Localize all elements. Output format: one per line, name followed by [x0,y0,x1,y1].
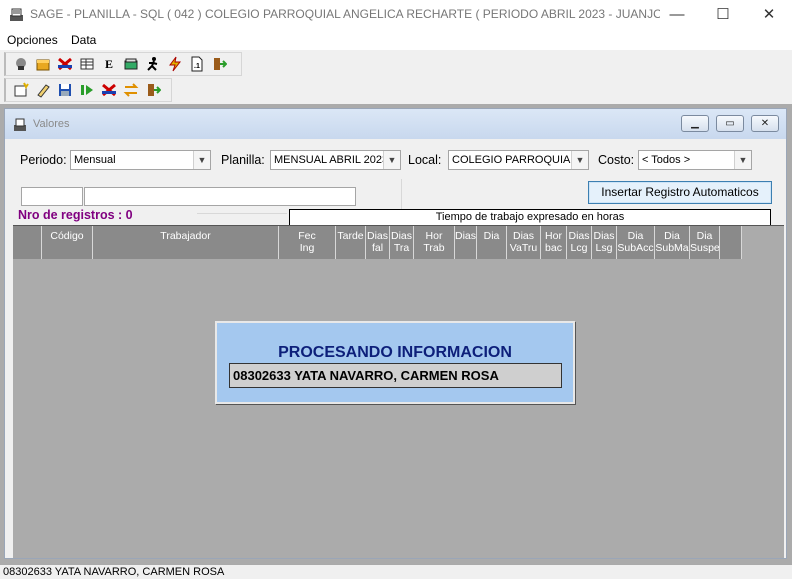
run-icon[interactable] [78,82,96,99]
grid-col-dia-subma[interactable]: Dia SubMa [655,226,690,259]
valores-title: Valores [33,118,70,130]
wizard-icon[interactable] [12,56,30,73]
close-button[interactable]: ✕ [746,0,792,30]
minimize-button[interactable]: — [654,0,700,30]
grid-col-dias-lsg[interactable]: Dias Lsg [592,226,617,259]
costo-select[interactable]: < Todos > ▼ [638,150,752,170]
grid-col-dias-fal[interactable]: Dias fal [366,226,390,259]
grid-col-dia-subacc[interactable]: Dia SubAcc [617,226,655,259]
grid-icon[interactable] [78,56,96,73]
app-icon [10,8,23,21]
effect-icon[interactable]: E [100,56,118,73]
status-bar: 08302633 YATA NAVARRO, CARMEN ROSA [0,564,792,579]
document-icon[interactable]: .1 [188,56,206,73]
local-label: Local: [408,153,442,167]
chevron-down-icon[interactable]: ▼ [193,151,210,169]
grid-col-dias-vatru[interactable]: Dias VaTru [507,226,541,259]
title-bar: SAGE - PLANILLA - SQL ( 042 ) COLEGIO PA… [0,0,792,30]
grid-col-codigo[interactable]: Código [42,226,93,259]
box-icon[interactable] [34,56,52,73]
periodo-label: Periodo: [20,153,67,167]
excel-icon[interactable] [56,56,74,73]
exit-door-icon[interactable] [144,82,162,99]
chevron-down-icon[interactable]: ▼ [571,151,588,169]
planilla-select[interactable]: MENSUAL ABRIL 2023 ▼ [270,150,401,170]
grid-col-selector[interactable] [13,226,42,259]
svg-text:.1: .1 [194,63,200,70]
periodo-value: Mensual [74,154,116,166]
window-title: SAGE - PLANILLA - SQL ( 042 ) COLEGIO PA… [30,7,660,21]
grid-col-trabajador[interactable]: Trabajador [93,226,279,259]
toolbar-main: E .1 [4,52,242,76]
trabajador-search-input[interactable] [84,187,356,206]
chevron-down-icon[interactable]: ▼ [734,151,751,169]
menu-opciones[interactable]: Opciones [7,33,58,47]
work-time-header: Tiempo de trabajo expresado en horas [289,209,771,226]
local-select[interactable]: COLEGIO PARROQUIAL ▼ [448,150,589,170]
processing-record: 08302633 YATA NAVARRO, CARMEN ROSA [229,363,562,388]
grid-col-fec-ing[interactable]: Fec Ing [279,226,336,259]
bolt-icon[interactable] [166,56,184,73]
edit-icon[interactable] [34,82,52,99]
book-icon[interactable] [122,56,140,73]
record-count: Nro de registros : 0 [18,208,133,222]
grid-col-extra[interactable] [720,226,742,259]
excel-icon[interactable] [100,82,118,99]
app-icon [14,118,26,131]
grid-col-dias-tra[interactable]: Dias Tra [390,226,414,259]
save-icon[interactable] [56,82,74,99]
grid-col-hor-bac[interactable]: Hor bac [541,226,567,259]
costo-value: < Todos > [642,154,691,166]
child-restore-button[interactable]: ▭ [716,115,744,132]
status-text: 08302633 YATA NAVARRO, CARMEN ROSA [3,566,225,578]
grid-col-dia-suspe[interactable]: Dia Suspe [690,226,720,259]
grid-header: Código Trabajador Fec Ing Tarde Dias fal… [13,226,742,259]
processing-title: PROCESANDO INFORMACION [278,344,512,361]
planilla-label: Planilla: [221,153,265,167]
divider [401,179,402,209]
divider [197,213,287,214]
grid-col-dia[interactable]: Dia [477,226,507,259]
toolbar-edit [4,78,172,102]
child-close-button[interactable]: ✕ [751,115,779,132]
processing-dialog: PROCESANDO INFORMACION 08302633 YATA NAV… [215,321,575,404]
swap-icon[interactable] [122,82,140,99]
exit-door-icon[interactable] [210,56,228,73]
grid-col-dias[interactable]: Dias [455,226,477,259]
costo-label: Costo: [598,153,635,167]
menu-data[interactable]: Data [71,33,96,47]
local-value: COLEGIO PARROQUIAL [452,154,577,166]
planilla-value: MENSUAL ABRIL 2023 [274,154,389,166]
periodo-select[interactable]: Mensual ▼ [70,150,211,170]
insert-auto-records-button[interactable]: Insertar Registro Automaticos [588,181,772,204]
grid-col-tarde[interactable]: Tarde [336,226,366,259]
valores-title-bar: Valores ▁ ▭ ✕ [5,109,786,139]
child-minimize-button[interactable]: ▁ [681,115,709,132]
menu-bar: Opciones Data [0,30,792,50]
grid-col-dias-lcg[interactable]: Dias Lcg [567,226,592,259]
new-icon[interactable] [12,82,30,99]
chevron-down-icon[interactable]: ▼ [383,151,400,169]
maximize-button[interactable]: ☐ [700,0,746,30]
codigo-search-input[interactable] [21,187,83,206]
grid-col-hor-trab[interactable]: Hor Trab [414,226,455,259]
runner-icon[interactable] [144,56,162,73]
